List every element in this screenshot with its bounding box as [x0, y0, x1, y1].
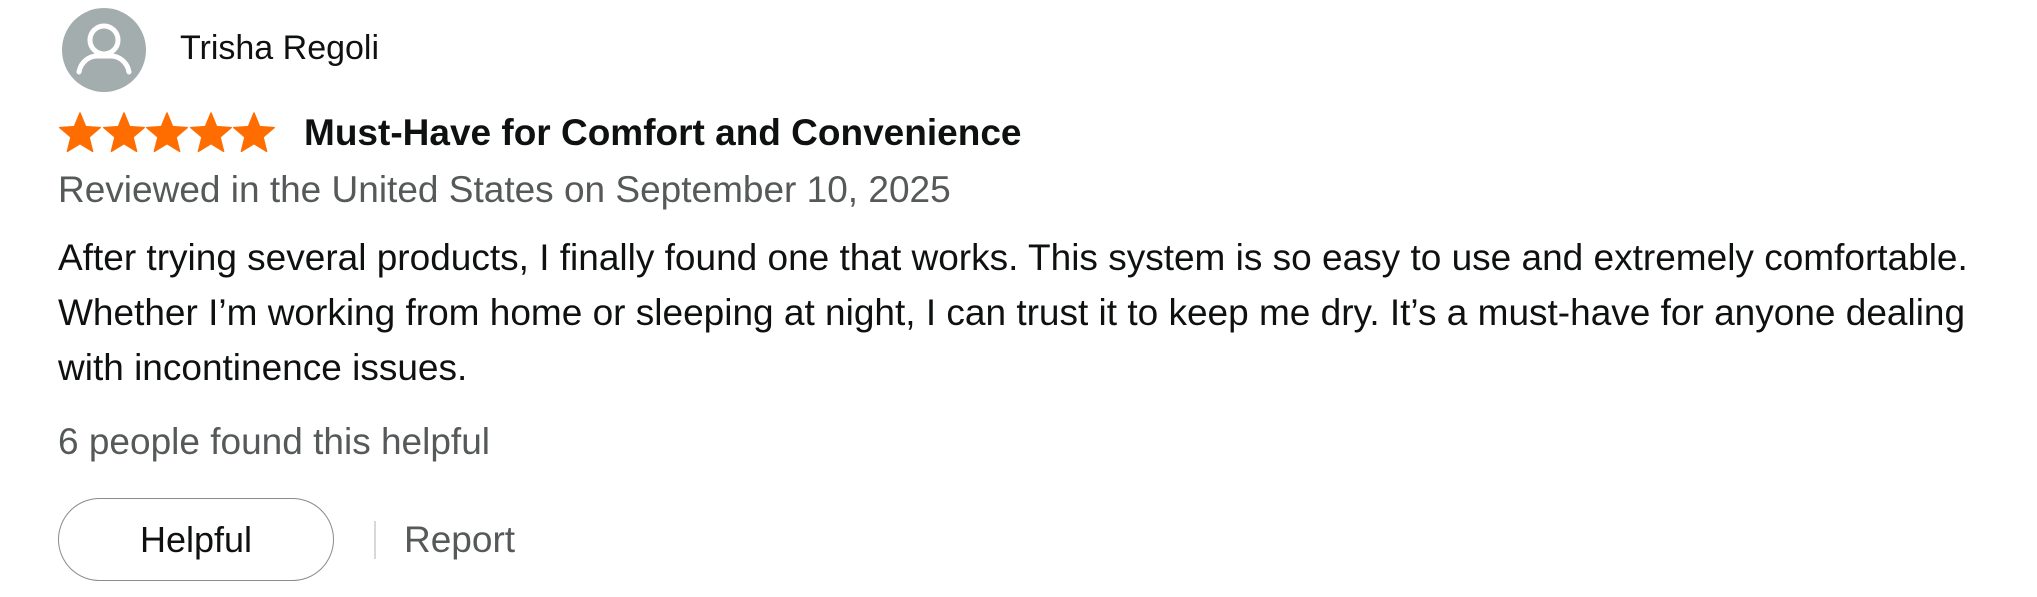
review-title[interactable]: Must-Have for Comfort and Convenience [304, 111, 1021, 155]
rating-row: Must-Have for Comfort and Convenience [58, 106, 1021, 160]
reviewer-profile[interactable]: Trisha Regoli [62, 8, 379, 92]
star-filled-icon [102, 112, 145, 153]
review-body: After trying several products, I finally… [58, 230, 1978, 395]
review-text: After trying several products, I finally… [58, 237, 1968, 388]
report-link[interactable]: Report [404, 519, 515, 561]
default-user-avatar-icon [76, 23, 132, 75]
helpful-button-label: Helpful [139, 518, 253, 560]
review-card: Trisha Regoli Must-Have for Comfort and … [58, 0, 2018, 597]
star-rating[interactable] [58, 111, 278, 155]
helpful-button[interactable]: Helpful [58, 498, 334, 581]
divider [374, 520, 376, 559]
avatar[interactable] [62, 8, 146, 92]
helpful-count: 6 people found this helpful [58, 421, 491, 462]
star-filled-icon [233, 112, 275, 153]
star-filled-icon [59, 112, 101, 153]
review-date: Reviewed in the United States on Septemb… [58, 169, 951, 210]
star-filled-icon [146, 112, 188, 153]
review-actions: Helpful Report [58, 496, 515, 583]
reviewer-name[interactable]: Trisha Regoli [180, 28, 379, 68]
star-filled-icon [189, 112, 232, 153]
